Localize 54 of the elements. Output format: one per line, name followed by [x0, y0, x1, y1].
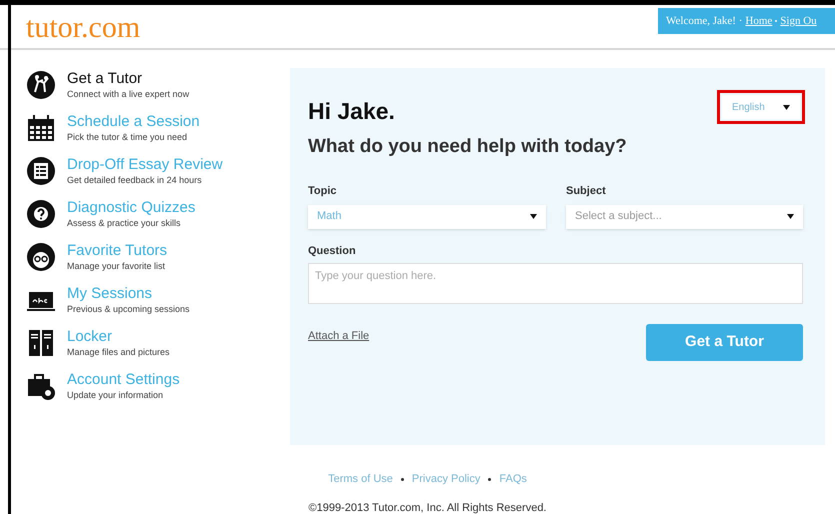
- item-subtitle: Get detailed feedback in 24 hours: [67, 174, 203, 186]
- caret-icon: [787, 214, 794, 219]
- welcome-text: Welcome, Jake! ·: [666, 14, 742, 29]
- sidebar-item[interactable]: Diagnostic Quizzes Assess & practice your skills: [26, 197, 290, 231]
- item-title: Schedule a Session: [67, 113, 200, 132]
- bullet-icon: [488, 478, 492, 481]
- footer-link[interactable]: Privacy Policy: [412, 471, 480, 488]
- question-field[interactable]: Type your question here.: [308, 263, 803, 304]
- sidebar-item[interactable]: Schedule a Session Pick the tutor & time you need: [26, 111, 290, 145]
- item-title: Favorite Tutors: [67, 242, 168, 261]
- item-subtitle: Update your information: [67, 390, 164, 401]
- item-title: Locker: [67, 328, 114, 347]
- item-title: Account Settings: [67, 371, 180, 390]
- document-icon: [26, 156, 56, 186]
- topic-select[interactable]: Math: [308, 204, 546, 228]
- get-tutor-button[interactable]: Get a Tutor: [646, 324, 803, 361]
- caret-icon: [530, 214, 537, 219]
- figures-icon: [26, 70, 56, 100]
- header-link[interactable]: Sign Ou: [780, 12, 817, 30]
- item-subtitle: Pick the tutor & time you need: [67, 132, 188, 143]
- item-subtitle: Manage files and pictures: [67, 346, 170, 358]
- sidebar-item[interactable]: My Sessions Previous & upcoming sessions: [26, 283, 290, 317]
- item-subtitle: Previous & upcoming sessions: [67, 304, 190, 315]
- item-title: Get a Tutor: [67, 70, 144, 89]
- subject-select[interactable]: Select a subject...: [566, 204, 803, 228]
- sidebar-item[interactable]: Drop-Off Essay Review Get detailed feedback in 24 hours: [26, 154, 290, 188]
- sidebar-item[interactable]: Locker Manage files and pictures: [26, 326, 290, 360]
- footer-link[interactable]: FAQs: [499, 471, 527, 488]
- item-title: My Sessions: [67, 285, 154, 304]
- item-subtitle: Connect with a live expert now: [67, 88, 190, 100]
- help-heading: What do you need help with today?: [308, 134, 628, 158]
- copyright: ©1999-2013 Tutor.com, Inc. All Rights Reserved.: [308, 500, 546, 514]
- topic-label: Topic: [308, 184, 338, 199]
- person-glasses-icon: [26, 242, 56, 272]
- logo[interactable]: tutor.com: [26, 13, 140, 43]
- subject-label: Subject: [566, 184, 607, 199]
- item-subtitle: Assess & practice your skills: [67, 218, 182, 229]
- question-label: Question: [308, 244, 357, 258]
- attach-file-link[interactable]: Attach a File: [308, 328, 370, 344]
- sidebar-item[interactable]: Favorite Tutors Manage your favorite list: [26, 240, 290, 274]
- caret-icon: [783, 104, 790, 110]
- language-select[interactable]: English: [722, 95, 800, 119]
- sidebar-item[interactable]: Get a Tutor Connect with a live expert now: [26, 68, 290, 102]
- bullet-icon: [400, 478, 404, 481]
- calendar-icon: [26, 113, 56, 143]
- greeting: Hi Jake.: [308, 97, 395, 126]
- sidebar-item[interactable]: Account Settings Update your information: [26, 369, 290, 403]
- header-link[interactable]: Home: [745, 12, 772, 30]
- item-subtitle: Manage your favorite list: [67, 260, 166, 272]
- locker-icon: [26, 328, 56, 358]
- item-title: Diagnostic Quizzes: [67, 199, 196, 218]
- footer-link[interactable]: Terms of Use: [328, 471, 393, 488]
- item-title: Drop-Off Essay Review: [67, 156, 223, 175]
- question-icon: [26, 199, 56, 229]
